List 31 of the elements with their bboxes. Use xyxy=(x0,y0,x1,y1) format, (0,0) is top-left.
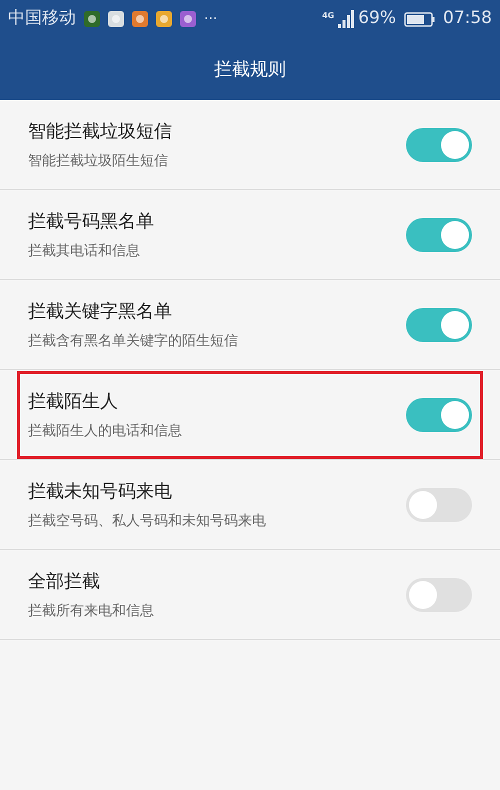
rule-description: 智能拦截垃圾陌生短信 xyxy=(28,152,169,170)
rule-description: 拦截所有来电和信息 xyxy=(28,602,154,620)
toggle-switch[interactable] xyxy=(406,308,472,342)
app-icon xyxy=(84,11,100,27)
rule-title: 拦截关键字黑名单 xyxy=(28,300,173,324)
rule-description: 拦截空号码、私人号码和未知号码来电 xyxy=(28,512,266,530)
signal-icon xyxy=(338,10,354,28)
page-title: 拦截规则 xyxy=(214,58,286,82)
toggle-switch[interactable] xyxy=(406,488,472,522)
rule-title: 拦截号码黑名单 xyxy=(28,210,154,234)
rule-title: 智能拦截垃圾短信 xyxy=(28,120,172,144)
clock: 07:58 xyxy=(443,7,492,30)
battery-icon xyxy=(404,12,435,26)
more-notifications: ··· xyxy=(204,10,218,28)
rule-title: 全部拦截 xyxy=(28,570,101,594)
toggle-switch[interactable] xyxy=(406,398,472,432)
rule-title: 拦截陌生人 xyxy=(28,390,119,414)
app-icon xyxy=(108,11,124,27)
app-icon xyxy=(156,11,172,27)
rule-title: 拦截未知号码来电 xyxy=(28,480,173,504)
rule-description: 拦截陌生人的电话和信息 xyxy=(28,422,182,440)
toggle-switch[interactable] xyxy=(406,218,472,252)
network-type: 4G xyxy=(322,10,334,22)
app-icon xyxy=(180,11,196,27)
carrier-name: 中国移动 xyxy=(8,7,76,30)
battery-percent: 69% xyxy=(358,7,396,30)
rule-description: 拦截其电话和信息 xyxy=(28,242,141,260)
toggle-switch[interactable] xyxy=(406,128,472,162)
toggle-switch[interactable] xyxy=(406,578,472,612)
rule-description: 拦截含有黑名单关键字的陌生短信 xyxy=(28,332,238,350)
app-icon xyxy=(132,11,148,27)
